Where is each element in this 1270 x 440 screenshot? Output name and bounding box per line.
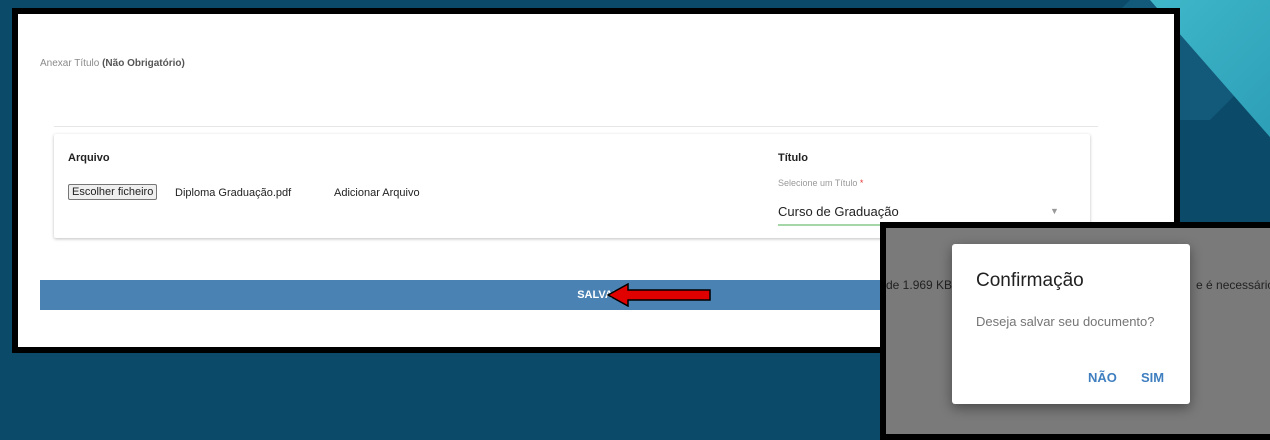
background-text-left: de 1.969 KB bbox=[886, 278, 953, 292]
background-text-right: e é necessário bbox=[1196, 278, 1270, 292]
attach-title-label: Anexar Título (Não Obrigatório) bbox=[40, 58, 185, 69]
file-column-header: Arquivo bbox=[68, 152, 110, 164]
yes-button[interactable]: SIM bbox=[1141, 370, 1164, 385]
caret-down-icon[interactable]: ▼ bbox=[1050, 206, 1059, 216]
divider bbox=[54, 126, 1098, 127]
add-file-link[interactable]: Adicionar Arquivo bbox=[334, 187, 420, 199]
red-left-arrow-icon bbox=[606, 283, 711, 307]
title-select[interactable]: Curso de Graduação bbox=[778, 204, 899, 219]
attach-optional-text: (Não Obrigatório) bbox=[102, 58, 185, 69]
select-title-label-text: Selecione um Título bbox=[778, 178, 858, 188]
dialog-message: Deseja salvar seu documento? bbox=[976, 314, 1155, 329]
no-button[interactable]: NÃO bbox=[1088, 370, 1117, 385]
attach-title-text: Anexar Título bbox=[40, 58, 100, 69]
selected-file-name: Diploma Graduação.pdf bbox=[175, 187, 292, 199]
dialog-screenshot-overlay: de 1.969 KB e é necessário Confirmação D… bbox=[880, 222, 1270, 440]
title-column-header: Título bbox=[778, 152, 808, 164]
required-mark: * bbox=[859, 178, 864, 188]
select-title-label: Selecione um Título * bbox=[778, 178, 863, 188]
confirmation-dialog: Confirmação Deseja salvar seu documento?… bbox=[952, 244, 1190, 404]
choose-file-button[interactable]: Escolher ficheiro bbox=[68, 184, 158, 200]
dialog-title: Confirmação bbox=[976, 270, 1084, 291]
